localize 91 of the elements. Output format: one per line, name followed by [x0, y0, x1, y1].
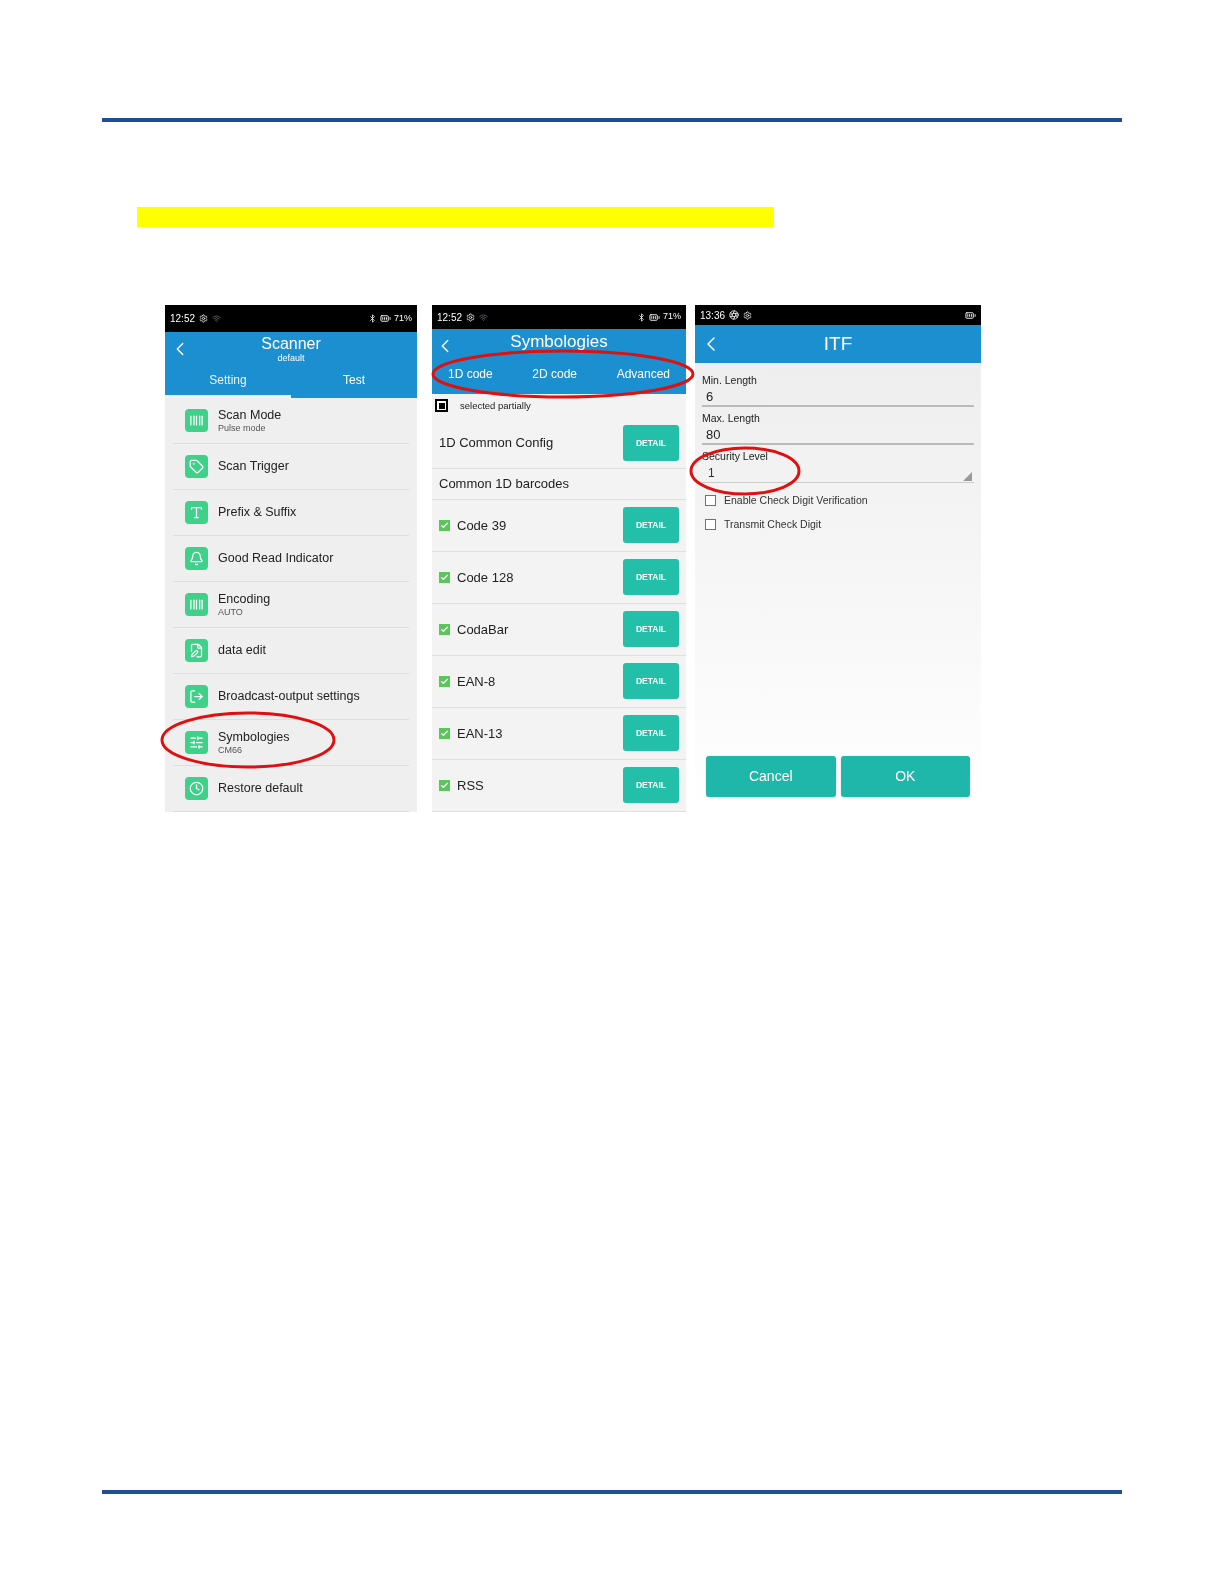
item-title: data edit	[218, 643, 266, 658]
checkbox[interactable]	[439, 572, 450, 583]
checkbox[interactable]	[439, 676, 450, 687]
screen-title: Symbologies	[510, 331, 608, 354]
row-label: Code 39	[457, 516, 507, 535]
tag-icon	[185, 455, 208, 478]
battery-icon	[965, 309, 976, 321]
sliders-icon	[185, 731, 208, 754]
field-label: Security Level	[702, 449, 769, 463]
item-title: Encoding	[218, 591, 271, 607]
detail-button[interactable]: DETAIL	[623, 767, 679, 804]
item-title: Scan Trigger	[218, 459, 289, 474]
checkbox[interactable]	[705, 519, 716, 531]
wifi-icon	[479, 312, 489, 322]
section-header: Common 1D barcodes	[439, 475, 570, 494]
dialog-button[interactable]: Cancel	[706, 756, 836, 797]
screen-title: Scanner	[261, 334, 321, 353]
battery-icon	[380, 312, 391, 324]
barcode-icon	[185, 593, 208, 616]
input-field[interactable]: 6	[702, 387, 974, 407]
clock-icon	[185, 777, 208, 800]
item-title: Restore default	[218, 781, 303, 796]
checkbox-label: Transmit Check Digit	[724, 516, 822, 532]
checkbox-label: Enable Check Digit Verification	[724, 493, 868, 508]
status-time: 13:36	[700, 308, 726, 323]
checkbox[interactable]	[435, 399, 448, 413]
row-label: EAN-8	[457, 672, 496, 691]
screen-title: ITF	[823, 331, 853, 356]
settings-item[interactable]: Restore default	[173, 766, 409, 812]
input-field[interactable]: 80	[702, 425, 974, 445]
dropdown-field[interactable]: 1	[702, 463, 974, 483]
bluetooth-icon	[368, 313, 377, 323]
tab[interactable]: 1D code	[448, 365, 493, 384]
detail-button[interactable]: DETAIL	[623, 715, 679, 752]
settings-item[interactable]: Prefix & Suffix	[173, 490, 409, 536]
battery-level: 71%	[394, 311, 412, 325]
status-app-icon	[729, 310, 740, 320]
item-subtitle: AUTO	[218, 606, 244, 618]
status-time: 12:52	[437, 310, 463, 325]
battery-icon	[649, 311, 660, 323]
settings-item[interactable]: Scan Trigger	[173, 444, 409, 490]
field-label: Min. Length	[702, 373, 758, 387]
settings-icon	[199, 313, 209, 323]
dialog-button[interactable]: OK	[840, 756, 970, 797]
bell-icon	[185, 547, 208, 570]
item-subtitle: CM66	[218, 744, 243, 756]
tab[interactable]: Advanced	[616, 365, 670, 384]
row-label: EAN-13	[457, 724, 503, 743]
tab[interactable]: Setting	[165, 365, 291, 398]
settings-item[interactable]: Symbologies CM66	[173, 720, 409, 766]
checkbox[interactable]	[705, 495, 716, 507]
row-label: 1D Common Config	[439, 434, 554, 453]
wifi-icon	[212, 313, 222, 323]
row-label: RSS	[457, 776, 484, 795]
item-subtitle: Pulse mode	[218, 422, 267, 434]
barcode-icon	[185, 409, 208, 432]
checkbox[interactable]	[439, 624, 450, 635]
settings-item[interactable]: Good Read Indicator	[173, 536, 409, 582]
battery-level: 71%	[663, 310, 681, 324]
settings-icon	[466, 312, 476, 322]
screen-subtitle: default	[277, 352, 305, 363]
detail-button[interactable]: DETAIL	[623, 559, 679, 596]
detail-button[interactable]: DETAIL	[623, 425, 679, 462]
bluetooth-icon	[637, 312, 646, 322]
row-label: Code 128	[457, 568, 514, 587]
item-title: Scan Mode	[218, 407, 282, 423]
exit-icon	[185, 685, 208, 708]
field-label: Max. Length	[702, 411, 761, 425]
item-title: Good Read Indicator	[218, 551, 334, 566]
detail-button[interactable]: DETAIL	[623, 507, 679, 544]
settings-item[interactable]: Encoding AUTO	[173, 582, 409, 628]
settings-item[interactable]: Scan Mode Pulse mode	[173, 398, 409, 444]
settings-item[interactable]: Broadcast-output settings	[173, 674, 409, 720]
settings-item[interactable]: data edit	[173, 628, 409, 674]
letter-icon	[185, 501, 208, 524]
row-label: CodaBar	[457, 620, 509, 639]
edit-icon	[185, 639, 208, 662]
checkbox[interactable]	[439, 728, 450, 739]
checkbox-label: selected partially	[460, 398, 531, 413]
status-time: 12:52	[170, 311, 196, 326]
dropdown-corner-icon	[963, 472, 972, 481]
checkbox[interactable]	[439, 780, 450, 791]
detail-button[interactable]: DETAIL	[623, 663, 679, 700]
item-title: Prefix & Suffix	[218, 505, 297, 520]
item-title: Symbologies	[218, 729, 290, 745]
item-title: Broadcast-output settings	[218, 689, 360, 704]
settings-icon	[743, 310, 753, 320]
detail-button[interactable]: DETAIL	[623, 611, 679, 648]
tab[interactable]: 2D code	[532, 365, 577, 384]
tab[interactable]: Test	[291, 365, 417, 398]
checkbox[interactable]	[439, 520, 450, 531]
